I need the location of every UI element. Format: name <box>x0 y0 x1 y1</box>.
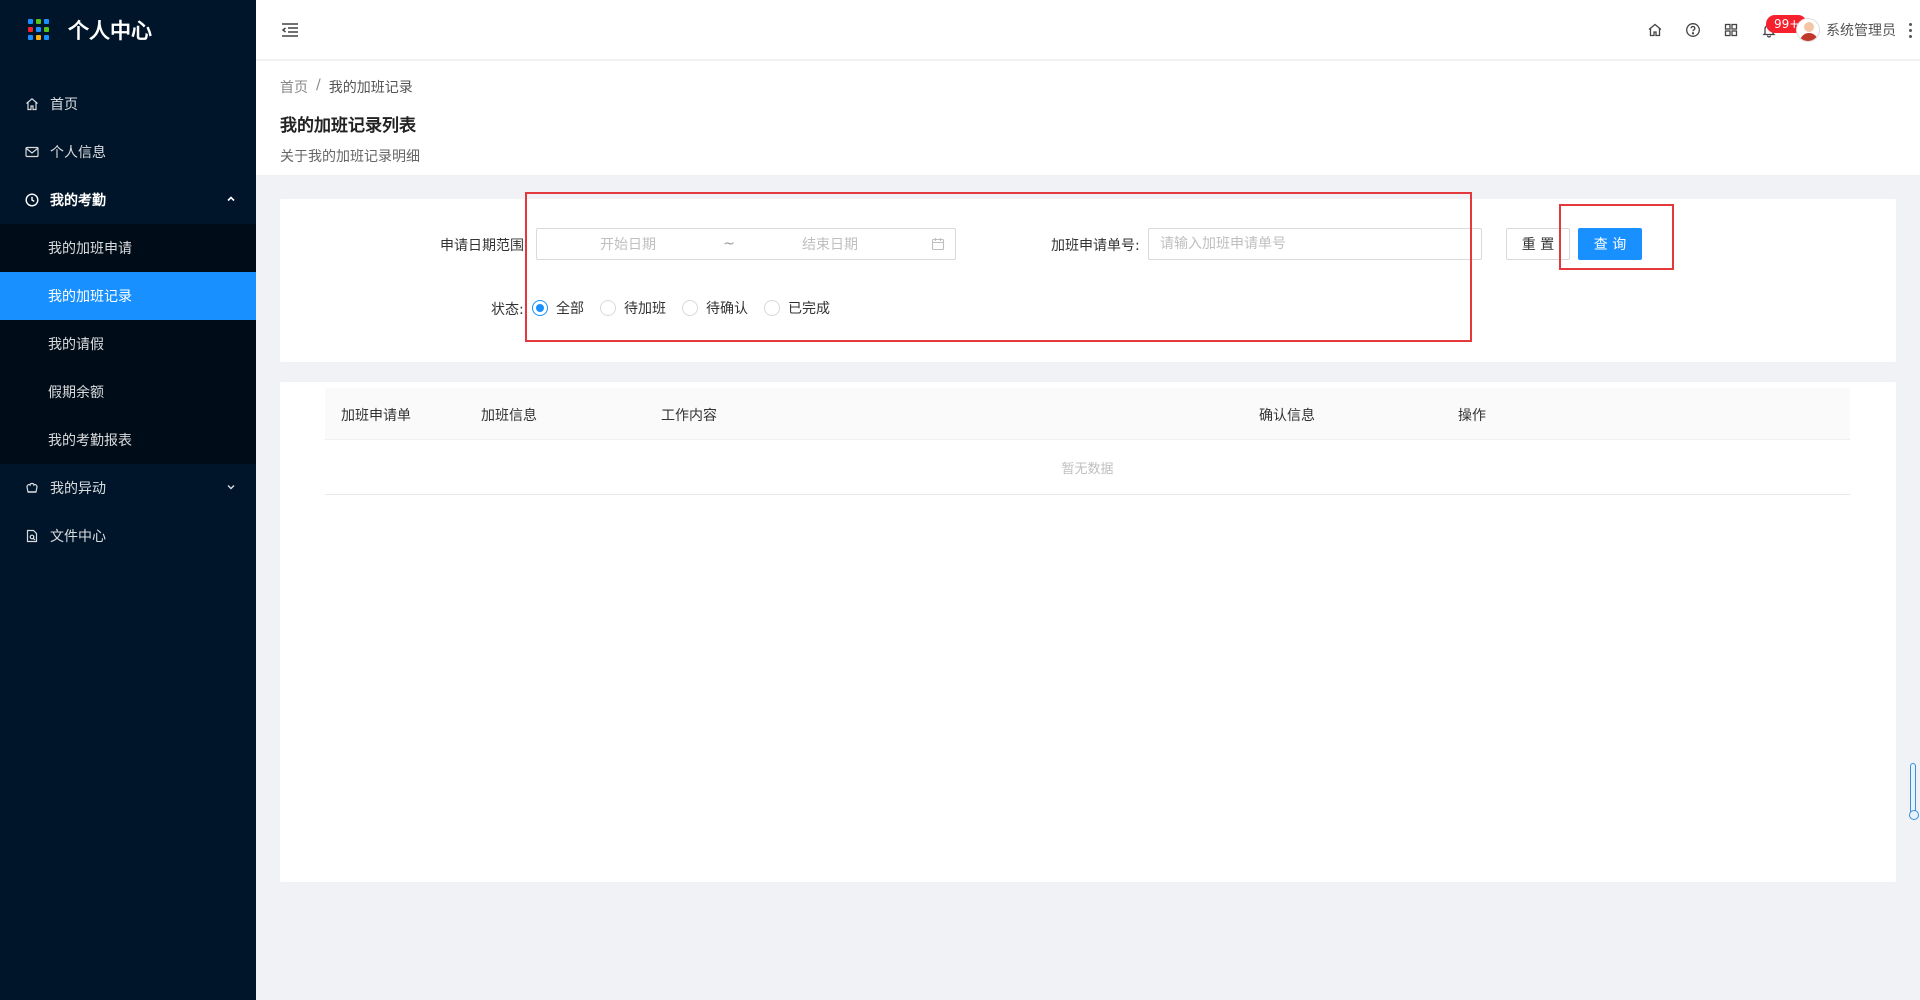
breadcrumb-home[interactable]: 首页 <box>280 77 308 97</box>
chevron-down-icon <box>226 480 236 496</box>
order-no-input[interactable] <box>1148 228 1482 260</box>
more-vertical-icon[interactable] <box>1900 11 1920 49</box>
home-icon <box>24 96 40 112</box>
query-button[interactable]: 查 询 <box>1578 228 1642 260</box>
sidebar-menu: 首页 个人信息 我的考勤 我的加班申请 我的加班记录 我的请假 假期余额 我的考… <box>0 80 256 560</box>
sidebar-item-label: 个人信息 <box>50 145 106 161</box>
radio-unchecked-icon <box>764 300 780 316</box>
mail-icon <box>24 144 40 160</box>
status-radio-pending-confirm[interactable]: 待确认 <box>682 298 748 318</box>
sidebar-item-attendance-report[interactable]: 我的考勤报表 <box>0 416 256 464</box>
filter-card <box>280 199 1896 362</box>
bell-icon[interactable]: 99+ <box>1750 11 1808 49</box>
sidebar-item-overtime-records[interactable]: 我的加班记录 <box>0 272 256 320</box>
table-header: 加班申请单 加班信息 工作内容 确认信息 操作 <box>325 388 1850 440</box>
calendar-icon <box>921 237 955 251</box>
sidebar-item-label: 我的考勤 <box>50 193 106 209</box>
column-header: 加班信息 <box>481 408 537 424</box>
app-logo[interactable]: 个人中心 <box>0 0 256 60</box>
sidebar-item-label: 我的异动 <box>50 481 106 497</box>
submenu-attendance: 我的加班申请 我的加班记录 我的请假 假期余额 我的考勤报表 <box>0 224 256 464</box>
range-separator: ~ <box>723 236 735 252</box>
sidebar-item-leave[interactable]: 我的请假 <box>0 320 256 368</box>
sidebar-item-attendance[interactable]: 我的考勤 <box>0 176 256 224</box>
status-radio-completed[interactable]: 已完成 <box>764 298 830 318</box>
status-radio-group: 全部 待加班 待确认 已完成 <box>532 298 846 318</box>
radio-label: 待确认 <box>706 301 748 317</box>
radio-label: 待加班 <box>624 301 666 317</box>
file-search-icon <box>24 528 40 544</box>
user-name: 系统管理员 <box>1826 23 1896 39</box>
page-description: 关于我的加班记录明细 <box>280 149 420 165</box>
home-icon[interactable] <box>1636 11 1674 49</box>
start-date-placeholder[interactable]: 开始日期 <box>537 234 719 254</box>
breadcrumb: 首页 / 我的加班记录 <box>280 77 1896 97</box>
sidebar-item-changes[interactable]: 我的异动 <box>0 464 256 512</box>
radio-unchecked-icon <box>600 300 616 316</box>
column-header: 操作 <box>1458 408 1486 424</box>
avatar <box>1796 18 1820 42</box>
page-title: 我的加班记录列表 <box>280 116 416 136</box>
table-empty: 暂无数据 <box>325 440 1850 495</box>
column-header: 加班申请单 <box>341 408 411 424</box>
radio-checked-icon <box>532 300 548 316</box>
end-date-placeholder[interactable]: 结束日期 <box>739 234 921 254</box>
status-radio-all[interactable]: 全部 <box>532 298 584 318</box>
header-actions: 99+ 系统管理员 <box>1636 0 1920 60</box>
scrollbar-thumb[interactable] <box>1909 763 1919 820</box>
clock-icon <box>24 192 40 208</box>
column-header: 工作内容 <box>661 408 717 424</box>
date-range-label: 申请日期范围 <box>440 238 524 254</box>
sidebar-item-overtime-apply[interactable]: 我的加班申请 <box>0 224 256 272</box>
sidebar-item-files[interactable]: 文件中心 <box>0 512 256 560</box>
sidebar-item-home[interactable]: 首页 <box>0 80 256 128</box>
order-no-label: 加班申请单号: <box>1051 238 1140 254</box>
breadcrumb-current: 我的加班记录 <box>328 80 413 96</box>
sidebar-item-label: 首页 <box>50 97 78 113</box>
status-radio-pending-overtime[interactable]: 待加班 <box>600 298 666 318</box>
radio-unchecked-icon <box>682 300 698 316</box>
help-icon[interactable] <box>1674 11 1712 49</box>
sidebar-item-label: 文件中心 <box>50 529 106 545</box>
top-header: 99+ 系统管理员 <box>256 0 1920 60</box>
breadcrumb-separator: / <box>316 77 321 93</box>
apps-grid-icon <box>28 19 50 41</box>
menu-fold-icon[interactable] <box>280 20 300 40</box>
flower-icon <box>24 480 40 496</box>
column-header: 确认信息 <box>1259 408 1315 424</box>
user-menu[interactable]: 系统管理员 <box>1796 18 1896 42</box>
sidebar-item-profile[interactable]: 个人信息 <box>0 128 256 176</box>
apps-icon[interactable] <box>1712 11 1750 49</box>
reset-button[interactable]: 重 置 <box>1506 228 1570 260</box>
radio-label: 已完成 <box>788 301 830 317</box>
date-range-picker[interactable]: 开始日期 ~ 结束日期 <box>536 228 956 260</box>
app-title: 个人中心 <box>68 19 152 43</box>
radio-label: 全部 <box>556 301 584 317</box>
page-header: 首页 / 我的加班记录 我的加班记录列表 关于我的加班记录明细 <box>256 61 1920 175</box>
status-label: 状态: <box>491 302 524 318</box>
sidebar: 个人中心 首页 个人信息 我的考勤 我的加班申请 我的加班记录 我的请假 假期余… <box>0 0 256 1000</box>
sidebar-item-leave-balance[interactable]: 假期余额 <box>0 368 256 416</box>
chevron-up-icon <box>226 192 236 208</box>
